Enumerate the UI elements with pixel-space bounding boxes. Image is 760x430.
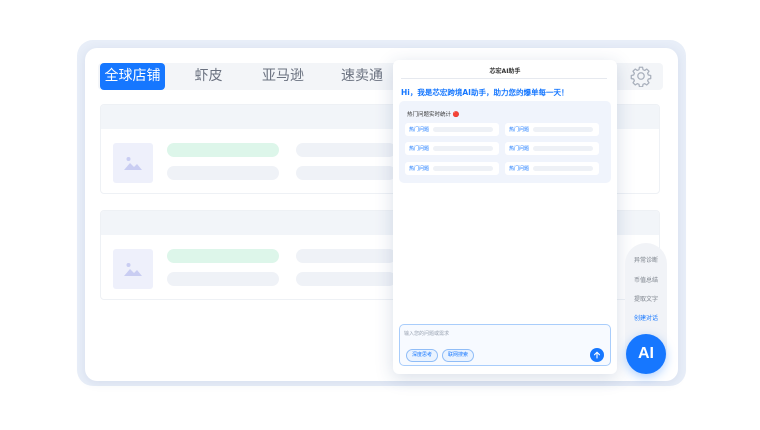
skeleton-line bbox=[167, 166, 279, 180]
skeleton-line bbox=[296, 166, 396, 180]
hot-question-label: 热门问题 bbox=[409, 127, 430, 133]
hot-questions-card: 热门问题实时统计 🔴 热门问题 热门问题 热门问题 热门问题 热门问题 热门问题 bbox=[399, 101, 611, 183]
chat-input-box: 深度思考 联网搜索 bbox=[399, 324, 611, 366]
hot-question-item[interactable]: 热门问题 bbox=[505, 162, 599, 175]
chat-title: 芯宏AI助手 bbox=[489, 68, 521, 75]
image-placeholder-icon bbox=[113, 143, 153, 183]
ai-assistant-panel: 芯宏AI助手 Hi，我是芯宏跨境AI助手，助力您的爆单每一天！ 热门问题实时统计… bbox=[393, 60, 617, 374]
skeleton-line bbox=[433, 127, 493, 132]
chat-greeting: Hi，我是芯宏跨境AI助手，助力您的爆单每一天！ bbox=[401, 88, 569, 97]
web-search-chip[interactable]: 联网搜索 bbox=[442, 349, 475, 362]
skeleton-line bbox=[533, 127, 593, 132]
tab-amazon[interactable]: 亚马逊 bbox=[257, 63, 309, 90]
skeleton-line bbox=[533, 166, 593, 171]
skeleton-line bbox=[296, 272, 396, 286]
hot-question-label: 热门问题 bbox=[409, 146, 430, 152]
menu-anomaly-diagnosis[interactable]: 异常诊断 bbox=[625, 255, 667, 264]
tab-aliexpress[interactable]: 速卖通 bbox=[336, 63, 388, 90]
skeleton-line bbox=[533, 146, 593, 151]
menu-currency-summary[interactable]: 币值总结 bbox=[625, 275, 667, 284]
hot-question-item[interactable]: 热门问题 bbox=[505, 123, 599, 136]
deep-thinking-chip[interactable]: 深度思考 bbox=[406, 349, 439, 362]
ai-assistant-button[interactable]: AI bbox=[626, 334, 666, 374]
hot-question-label: 热门问题 bbox=[509, 166, 530, 172]
skeleton-line bbox=[167, 272, 279, 286]
chat-input[interactable] bbox=[404, 329, 584, 339]
hot-question-item[interactable]: 热门问题 bbox=[405, 142, 499, 155]
skeleton-line bbox=[296, 143, 396, 157]
hot-question-label: 热门问题 bbox=[509, 127, 530, 133]
skeleton-line bbox=[433, 146, 493, 151]
menu-create-conversation[interactable]: 创建对话 bbox=[625, 313, 667, 322]
hot-question-item[interactable]: 热门问题 bbox=[505, 142, 599, 155]
hot-question-item[interactable]: 热门问题 bbox=[405, 123, 499, 136]
tab-global-shops[interactable]: 全球店铺 bbox=[100, 63, 165, 90]
menu-extract-text[interactable]: 提取文字 bbox=[625, 294, 667, 303]
hot-questions-title: 热门问题实时统计 🔴 bbox=[407, 112, 460, 118]
skeleton-line bbox=[167, 143, 279, 157]
skeleton-line bbox=[296, 249, 396, 263]
skeleton-line bbox=[433, 166, 493, 171]
hot-question-item[interactable]: 热门问题 bbox=[405, 162, 499, 175]
arrow-up-icon bbox=[593, 351, 601, 359]
hot-question-label: 热门问题 bbox=[509, 146, 530, 152]
divider bbox=[401, 78, 607, 79]
image-placeholder-icon bbox=[113, 249, 153, 289]
gear-icon[interactable] bbox=[630, 65, 652, 88]
tab-shopee[interactable]: 虾皮 bbox=[186, 63, 231, 90]
send-button[interactable] bbox=[590, 348, 604, 362]
skeleton-line bbox=[167, 249, 279, 263]
hot-question-label: 热门问题 bbox=[409, 166, 430, 172]
